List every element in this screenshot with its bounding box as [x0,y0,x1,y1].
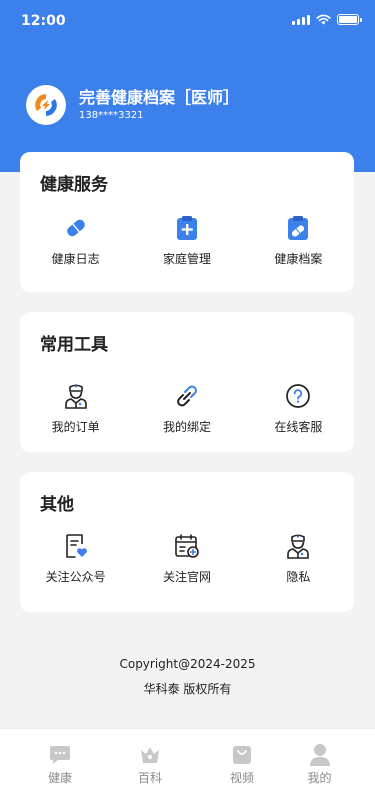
chat-icon [48,743,72,767]
signal-icon [292,14,310,25]
profile-header[interactable]: 完善健康档案［医师］ 138****3321 [26,85,239,125]
tab-health-label: 健康 [47,771,72,785]
status-bar: 12:00 [0,0,375,44]
tab-encyclopedia-label: 百科 [137,771,162,785]
others-title: 其他 [40,495,74,515]
tab-bar: 健康 百科 视频 我的 [0,728,375,800]
health-records-label: 健康档案 [274,252,323,266]
status-icons [292,14,362,25]
tab-video[interactable]: 视频 [180,729,304,800]
family-management-button[interactable]: 家庭管理 [131,214,242,267]
clipboard-plus-icon [173,214,201,242]
health-records-button[interactable]: 健康档案 [243,214,354,267]
follow-official-account-button[interactable]: 关注公众号 [20,532,131,585]
doctor-icon [284,532,312,560]
follow-website-label: 关注官网 [162,570,211,584]
tab-mine-label: 我的 [307,771,332,785]
logo-icon [35,94,57,116]
tab-mine[interactable]: 我的 [304,729,335,800]
battery-icon [337,14,362,25]
privacy-button[interactable]: 隐私 [243,532,354,585]
question-icon [284,382,312,410]
health-log-button[interactable]: 健康日志 [20,214,131,267]
tab-health[interactable]: 健康 [0,729,120,800]
doctor-icon [62,382,90,410]
follow-official-account-label: 关注公众号 [45,570,106,584]
tools-title: 常用工具 [40,335,108,355]
calendar-add-icon [173,532,201,560]
online-service-button[interactable]: 在线客服 [243,382,354,435]
others-card: 其他 关注公众号 关注官网 隐私 [20,472,354,612]
online-service-label: 在线客服 [274,420,323,434]
copyright-text: Copyright@2024-2025 [119,657,256,671]
profile-phone: 138****3321 [79,109,144,121]
health-services-card: 健康服务 健康日志 家庭管理 健康档案 [20,152,354,292]
health-services-title: 健康服务 [40,175,108,195]
crown-icon [138,743,162,767]
tab-encyclopedia[interactable]: 百科 [120,729,180,800]
tools-card: 常用工具 我的订单 我的绑定 在线客服 [20,312,354,452]
follow-website-button[interactable]: 关注官网 [131,532,242,585]
my-orders-label: 我的订单 [51,420,100,434]
status-time: 12:00 [21,13,66,29]
tab-video-label: 视频 [229,771,254,785]
my-binding-button[interactable]: 我的绑定 [131,382,242,435]
bag-icon [230,743,254,767]
health-log-label: 健康日志 [51,252,100,266]
family-management-label: 家庭管理 [162,252,211,266]
rights-text: 华科泰 版权所有 [143,682,232,696]
profile-title[interactable]: 完善健康档案［医师］ [79,88,239,108]
capsule-icon [62,214,90,242]
wifi-icon [316,14,331,25]
document-heart-icon [62,532,90,560]
person-icon [308,743,332,767]
link-icon [173,382,201,410]
avatar[interactable] [26,85,66,125]
privacy-label: 隐私 [286,570,311,584]
my-binding-label: 我的绑定 [162,420,211,434]
my-orders-button[interactable]: 我的订单 [20,382,131,435]
clipboard-medical-icon [284,214,312,242]
